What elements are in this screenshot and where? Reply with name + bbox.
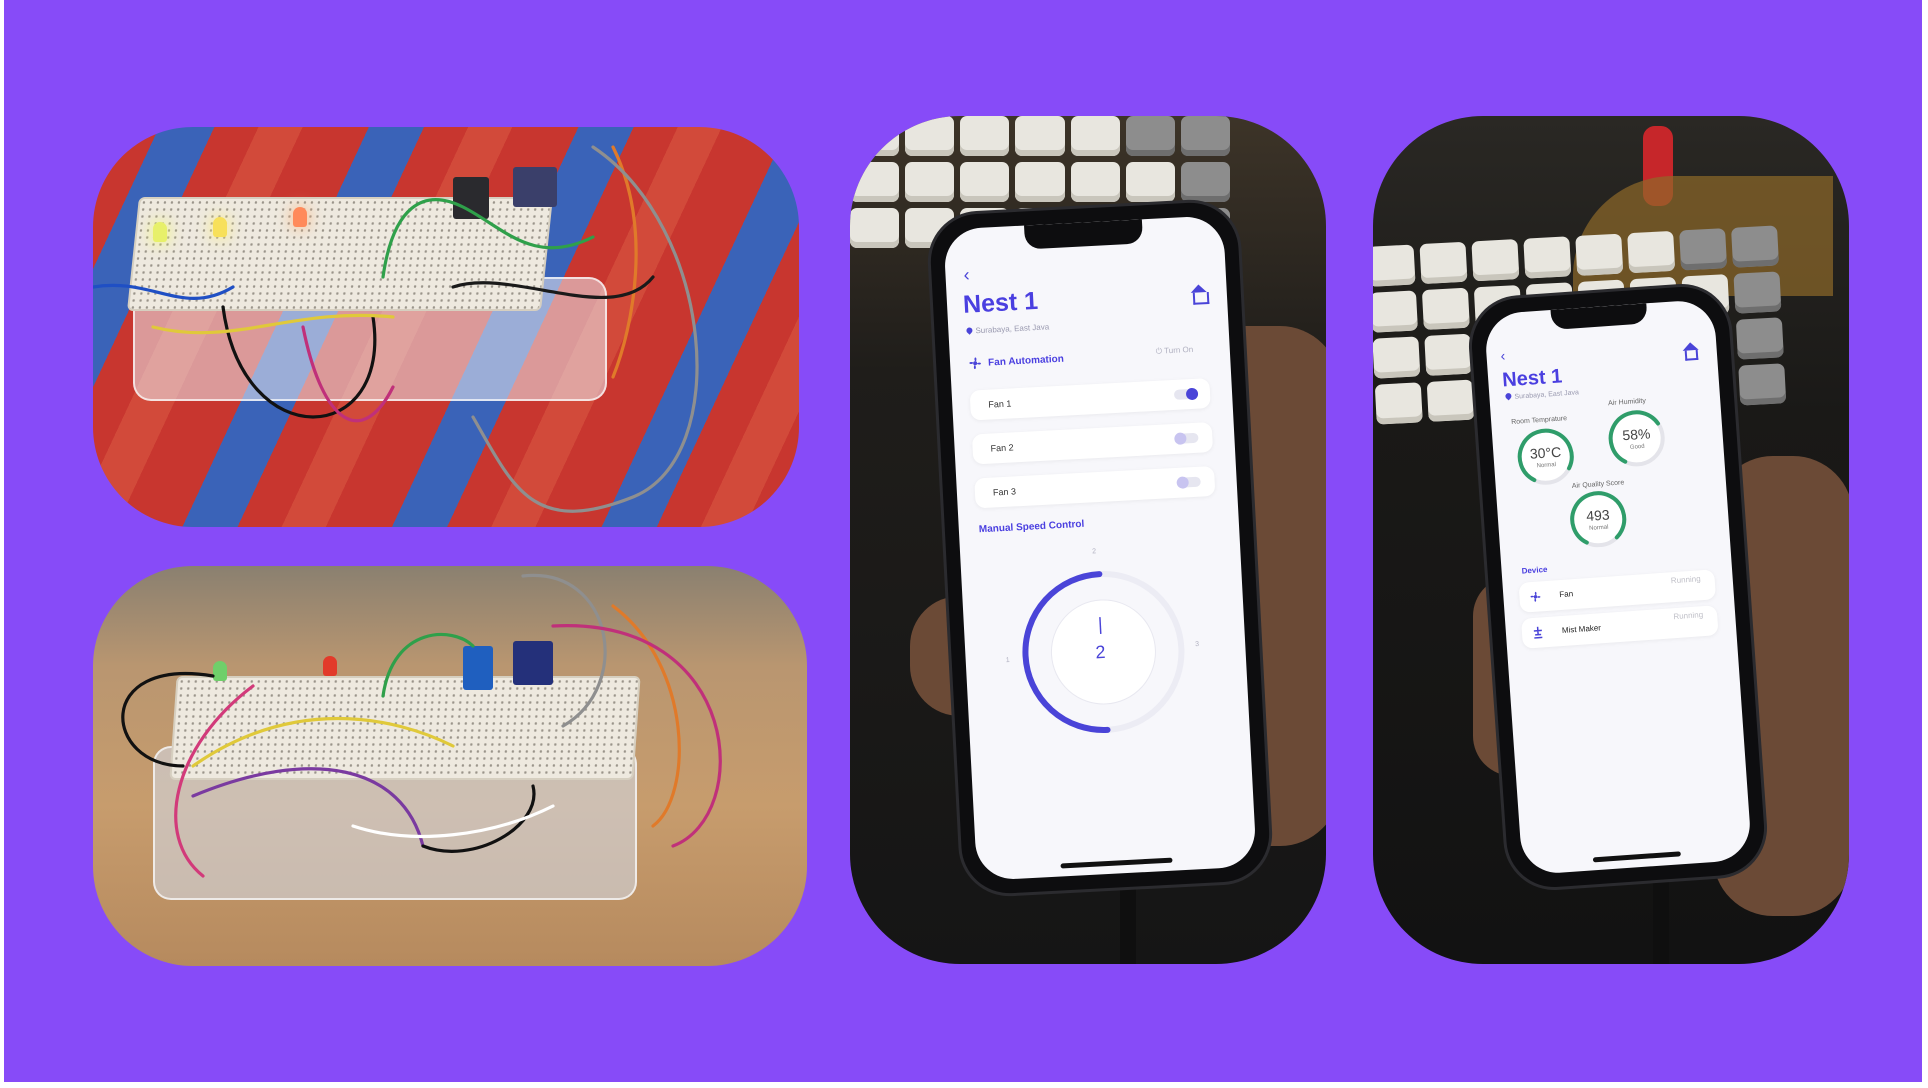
dial-min-label: 1 [1005, 656, 1010, 665]
keycap [1070, 116, 1120, 156]
keycap [1125, 116, 1175, 156]
fan-row[interactable]: Fan 3 [974, 465, 1216, 509]
toggle-knob [1176, 476, 1189, 489]
phone-photo-status: ‹ Nest 1 Surabaya, East Java Room Tempra… [1373, 116, 1849, 964]
keycap [1015, 162, 1065, 202]
fan-row[interactable]: Fan 2 [971, 421, 1214, 465]
home-indicator [1592, 851, 1681, 863]
keycap [1374, 382, 1423, 425]
fan-icon [969, 357, 981, 370]
device-title: Device [1521, 564, 1548, 576]
fan-automation-label: Fan Automation [987, 353, 1065, 369]
keycap [1731, 225, 1780, 268]
keycap [905, 116, 955, 156]
fan-row[interactable]: Fan 1 [969, 378, 1211, 421]
power-toggle[interactable]: ⏻ Turn On [1156, 345, 1194, 357]
keycap [1424, 333, 1473, 376]
dial-max-label: 3 [1195, 640, 1200, 649]
fan-toggle[interactable] [1174, 432, 1199, 445]
keycap [1015, 116, 1065, 156]
keycap [850, 116, 900, 156]
phone-screen: ‹ Nest 1 Surabaya, East Java Room Tempra… [1483, 298, 1753, 876]
fan-toggle[interactable] [1173, 387, 1199, 401]
power-label: Turn On [1163, 344, 1194, 356]
keycap [960, 116, 1010, 156]
prototype-photo-bottom [93, 566, 807, 966]
location: Surabaya, East Java [965, 322, 1050, 336]
mist-maker-icon [1533, 626, 1543, 639]
keycap [1373, 244, 1416, 287]
prototype-photo-top [93, 127, 799, 527]
slide-background: ‹ Nest 1 Surabaya, East Java Fan Automat… [4, 0, 1922, 1082]
keycap [1733, 271, 1782, 314]
keycap [1070, 162, 1120, 202]
device-row[interactable]: Mist Maker Running [1520, 605, 1719, 649]
keycap [1373, 290, 1418, 333]
device-name: Fan [1559, 589, 1574, 600]
manual-speed-title: Manual Speed Control [978, 518, 1085, 536]
location-label: Surabaya, East Java [975, 322, 1050, 336]
keycap [1419, 241, 1468, 285]
keycap [1180, 116, 1230, 156]
phone-photo-fan-control: ‹ Nest 1 Surabaya, East Java Fan Automat… [850, 116, 1326, 964]
fan-toggle[interactable] [1176, 476, 1201, 489]
phone: ‹ Nest 1 Surabaya, East Java Room Tempra… [1468, 283, 1768, 891]
keycap [1627, 230, 1676, 274]
fan-label: Fan 3 [992, 486, 1017, 498]
keycap [960, 162, 1010, 202]
phone-notch [1024, 219, 1144, 250]
back-icon[interactable]: ‹ [963, 264, 970, 285]
keycap [1735, 317, 1784, 360]
keycap [850, 162, 900, 202]
page-title: Nest 1 [962, 286, 1039, 319]
keycap [1471, 239, 1520, 282]
toggle-knob [1174, 432, 1187, 445]
fan-icon [1530, 591, 1541, 602]
device-status: Running [1673, 610, 1704, 622]
toggle-knob [1185, 387, 1199, 401]
keycap [1738, 363, 1787, 406]
device-name: Mist Maker [1561, 623, 1602, 636]
keycap [905, 162, 955, 202]
dial-value: 2 [1094, 641, 1106, 663]
dial-mid-label: 2 [1092, 548, 1097, 556]
fan-label: Fan 2 [990, 442, 1014, 454]
location-pin-icon [965, 326, 974, 335]
charging-cable [1120, 876, 1136, 964]
device-status: Running [1670, 574, 1701, 586]
home-indicator [1060, 857, 1173, 869]
keycap [850, 208, 900, 248]
keycap [1125, 162, 1175, 202]
keycap [1523, 236, 1572, 279]
phone: ‹ Nest 1 Surabaya, East Java Fan Automat… [928, 200, 1272, 896]
keycap [1426, 379, 1475, 422]
keycap [1575, 233, 1624, 276]
phone-screen: ‹ Nest 1 Surabaya, East Java Fan Automat… [943, 215, 1257, 881]
keycap [1421, 287, 1470, 331]
jumper-wires [93, 145, 699, 513]
keycap [1373, 336, 1421, 379]
fan-label: Fan 1 [988, 398, 1012, 410]
home-icon[interactable] [1192, 291, 1210, 305]
keycap [1679, 228, 1728, 271]
keycap [1180, 162, 1230, 202]
jumper-wires [121, 573, 722, 878]
